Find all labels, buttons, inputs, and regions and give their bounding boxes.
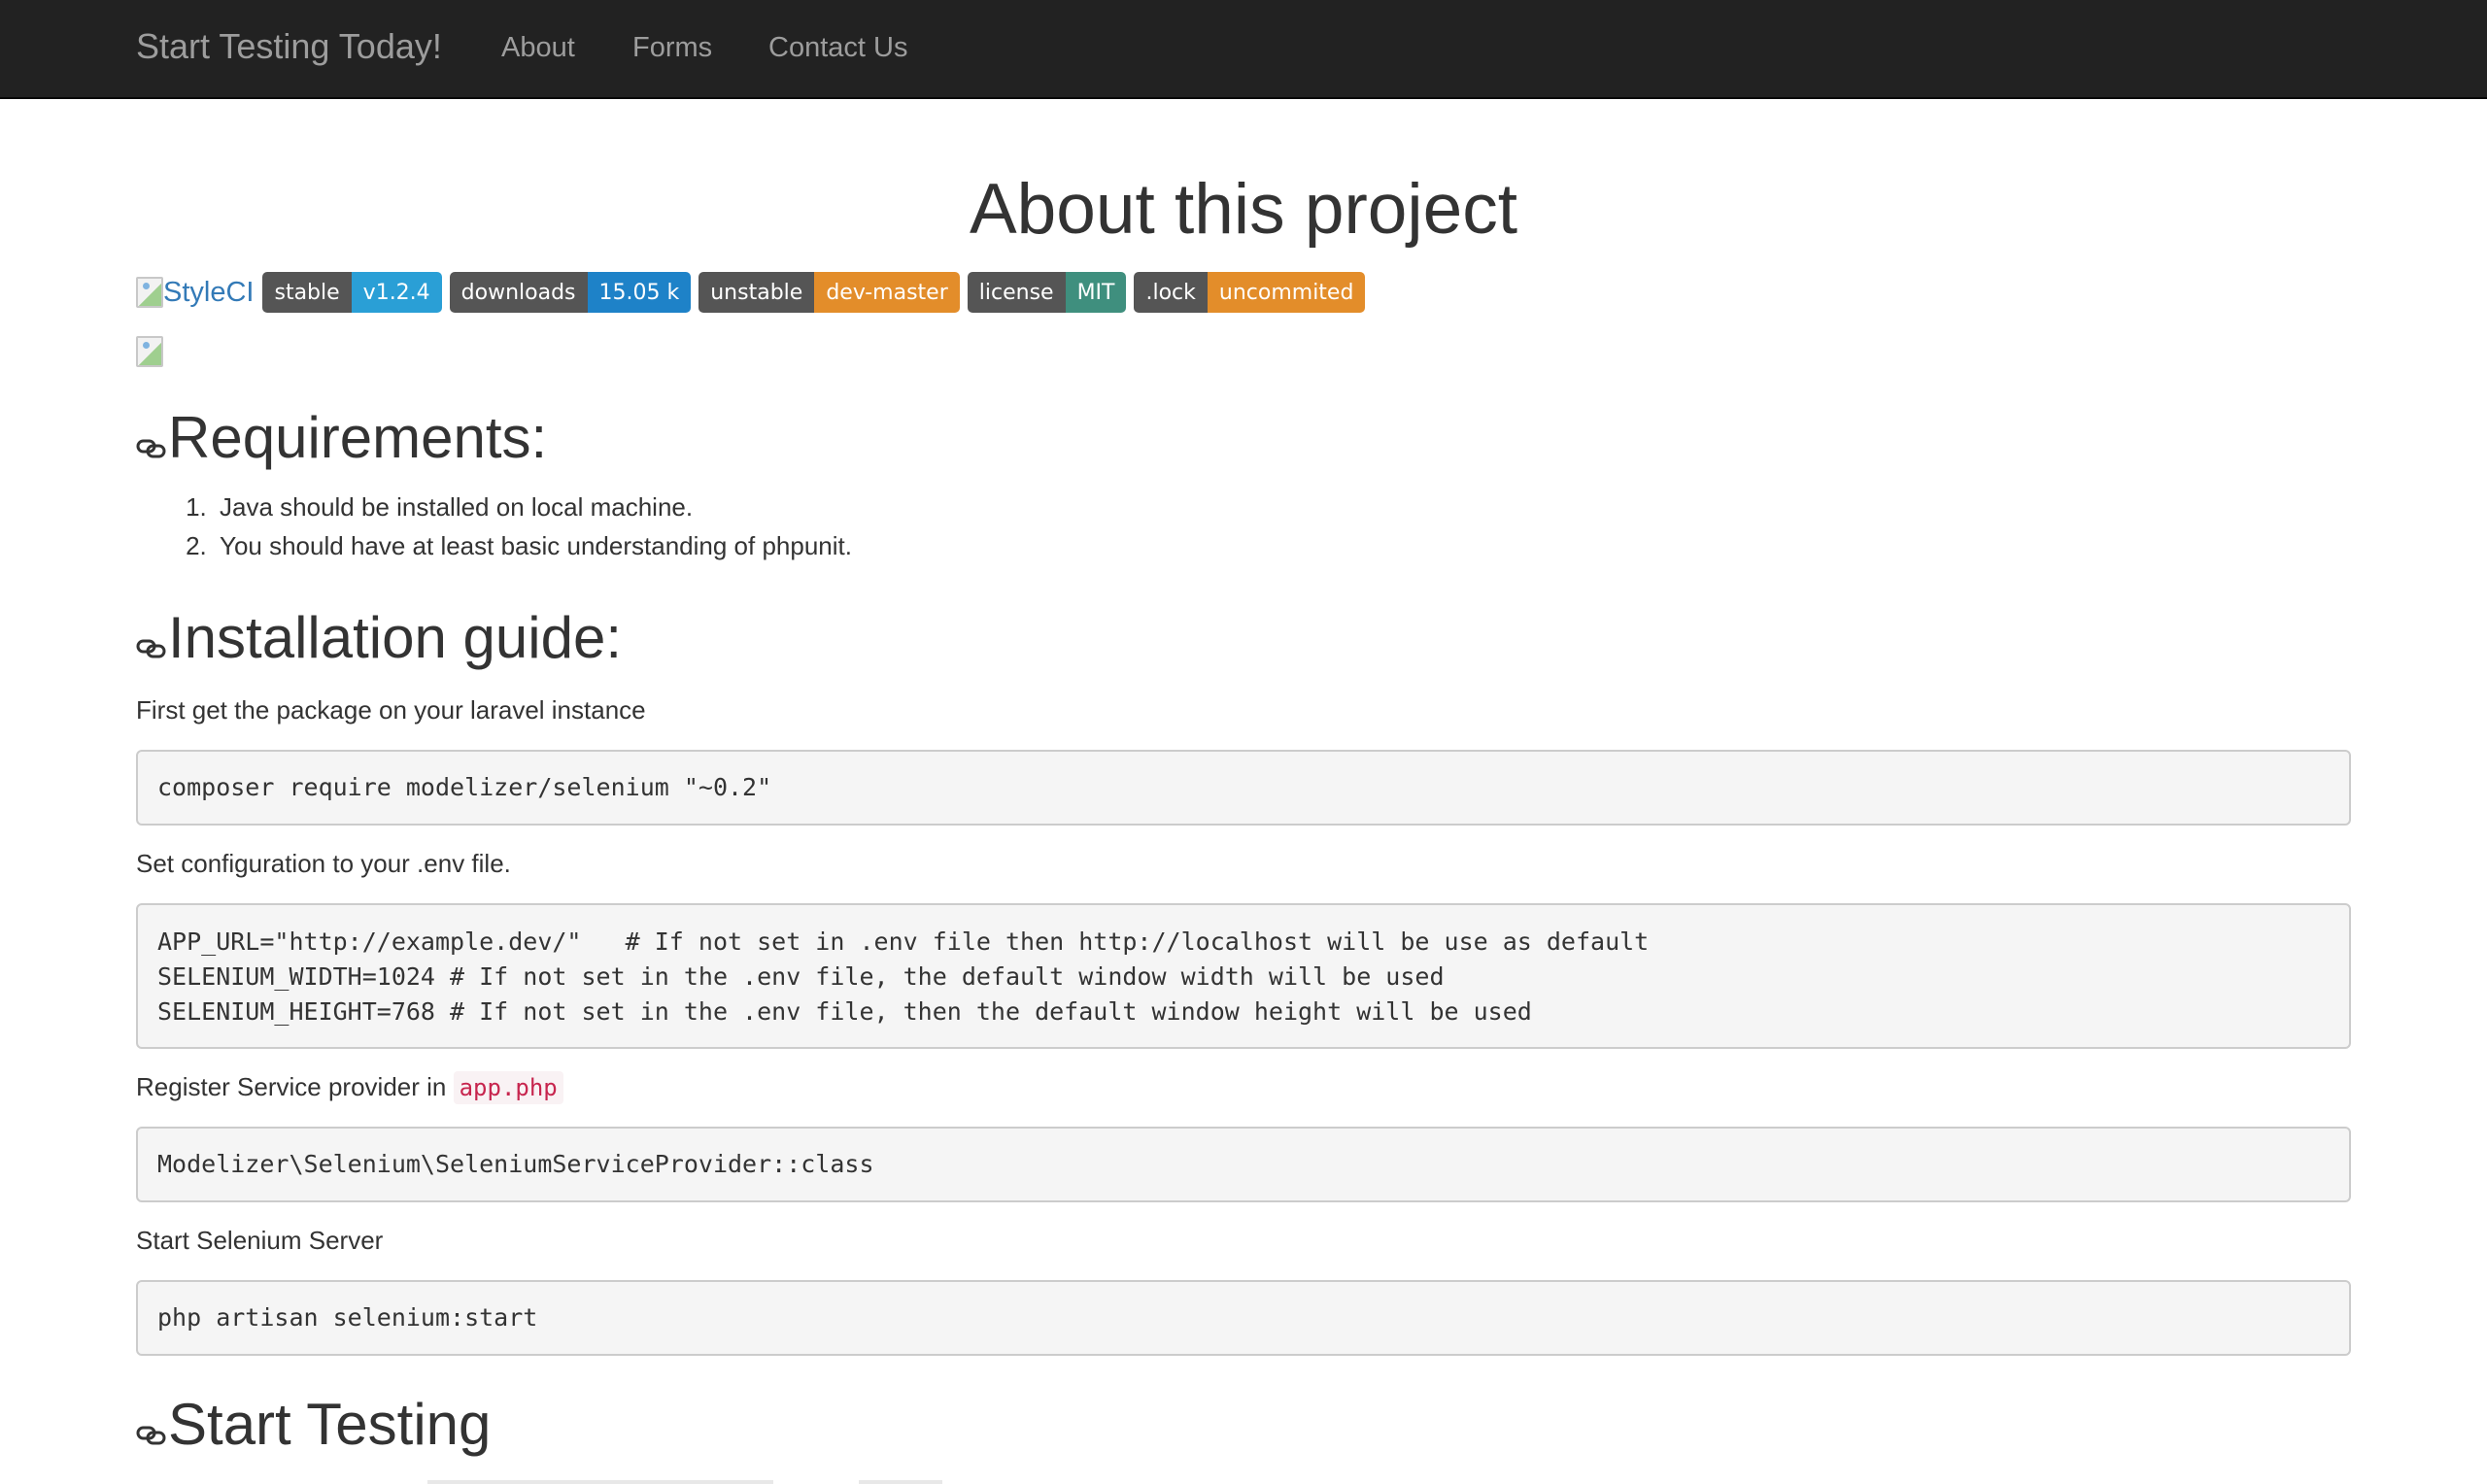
badge-row: StyleCI stable v1.2.4 downloads 15.05 k … [136,272,1373,313]
code-block-composer: composer require modelizer/selenium "~0.… [136,750,2351,826]
styleci-alt-text: StyleCI [163,276,255,308]
nav-link-contact-us[interactable]: Contact Us [768,32,907,64]
badge-stable[interactable]: stable v1.2.4 [262,272,442,313]
step3-text: Register Service provider in app.php [136,1071,563,1104]
cut-off-element [859,1480,942,1484]
step4-text: Start Selenium Server [136,1226,384,1255]
badge-value: uncommited [1207,272,1366,313]
badge-value: dev-master [814,272,960,313]
badge-label: license [967,272,1066,313]
step1-text: First get the package on your laravel in… [136,695,646,725]
badge-label: downloads [449,272,588,313]
badge-label: .lock [1134,272,1208,313]
navbar-brand[interactable]: Start Testing Today! [136,26,442,67]
badge-value: 15.05 k [587,272,692,313]
step3-text-label: Register Service provider in [136,1072,447,1101]
start-testing-heading: Start Testing [136,1391,491,1458]
badge-downloads[interactable]: downloads 15.05 k [449,272,692,313]
code-block-env: APP_URL="http://example.dev/" # If not s… [136,903,2351,1049]
badge-label: unstable [698,272,815,313]
nav-link-forms[interactable]: Forms [632,32,712,64]
broken-image-icon [136,277,163,308]
inline-code-app-php: app.php [453,1071,563,1104]
badge-value: MIT [1065,272,1127,313]
list-item: You should have at least basic understan… [214,526,852,565]
installation-heading-text: Installation guide: [168,605,622,670]
code-block-provider: Modelizer\Selenium\SeleniumServiceProvid… [136,1127,2351,1202]
badge-license[interactable]: license MIT [967,272,1127,313]
badge-value: v1.2.4 [351,272,442,313]
link-icon[interactable] [136,632,167,661]
list-item: Java should be installed on local machin… [214,488,852,526]
requirements-list: Java should be installed on local machin… [136,488,852,565]
badge-unstable[interactable]: unstable dev-master [698,272,960,313]
link-icon[interactable] [136,432,167,461]
requirements-heading: Requirements: [136,404,547,471]
badge-label: stable [262,272,352,313]
start-testing-heading-text: Start Testing [168,1392,492,1457]
code-line: SELENIUM_WIDTH=1024 # If not set in the … [157,962,1445,991]
broken-image-icon [136,336,163,367]
page-title: About this project [969,170,1518,249]
cut-off-element [427,1480,773,1484]
link-icon[interactable] [136,1419,167,1448]
nav-link-about[interactable]: About [501,32,575,64]
badge-lock[interactable]: .lock uncommited [1134,272,1366,313]
code-block-selenium-start: php artisan selenium:start [136,1280,2351,1356]
code-line: APP_URL="http://example.dev/" # If not s… [157,928,1650,956]
installation-heading: Installation guide: [136,604,622,671]
code-line: SELENIUM_HEIGHT=768 # If not set in the … [157,997,1532,1026]
top-navbar: Start Testing Today! About Forms Contact… [0,0,2487,99]
step2-text: Set configuration to your .env file. [136,849,511,878]
styleci-badge-link[interactable]: StyleCI [136,272,254,313]
requirements-heading-text: Requirements: [168,405,548,470]
